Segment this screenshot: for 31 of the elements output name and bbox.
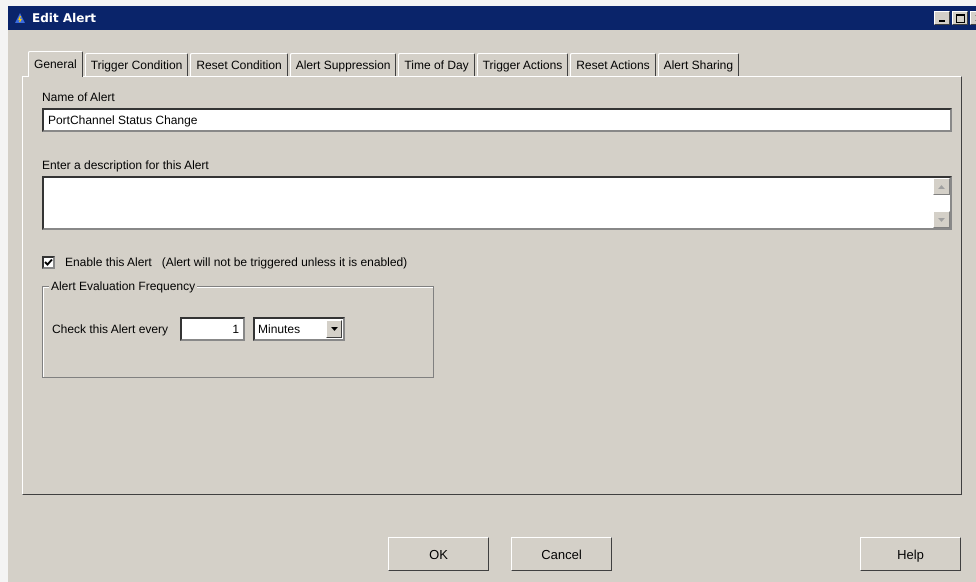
description-field[interactable] [42,176,952,230]
window-title: Edit Alert [32,11,96,25]
field-label: Check this Alert every [52,322,168,336]
hint-text: (Alert will not be triggered unless it is enabled) [162,255,408,269]
tab[interactable]: Trigger Condition [84,53,188,76]
tab[interactable]: General [28,51,83,77]
field-label: Name of Alert [42,90,115,104]
name-field[interactable]: PortChannel Status Change [42,108,952,132]
interval-field[interactable]: 1 [180,317,246,341]
field-label: Enter a description for this Alert [42,158,209,172]
unit-dropdown[interactable]: Minutes [253,317,346,341]
warning-triangle-icon [14,12,26,24]
dialog-button[interactable]: Help [860,537,961,571]
checkbox[interactable] [42,256,55,268]
tab[interactable]: Alert Sharing [658,53,740,76]
tab[interactable]: Trigger Actions [476,53,568,76]
up-arrow-icon [938,184,945,188]
tab[interactable]: Time of Day [398,53,475,76]
maximize-button[interactable] [952,11,968,25]
checkbox-label: Enable this Alert [65,255,152,269]
maximize-icon [956,14,964,22]
tab[interactable]: Alert Suppression [290,53,396,76]
tab[interactable]: Reset Condition [190,53,288,76]
down-arrow-icon [938,218,945,222]
scrollbar[interactable] [933,178,950,228]
dialog-button[interactable]: Cancel [511,537,612,571]
minimize-button[interactable] [934,11,950,25]
tab[interactable]: Reset Actions [570,53,656,76]
group-title: Alert Evaluation Frequency [49,279,198,293]
dialog-button[interactable]: OK [388,537,489,571]
caret-icon [330,327,338,331]
